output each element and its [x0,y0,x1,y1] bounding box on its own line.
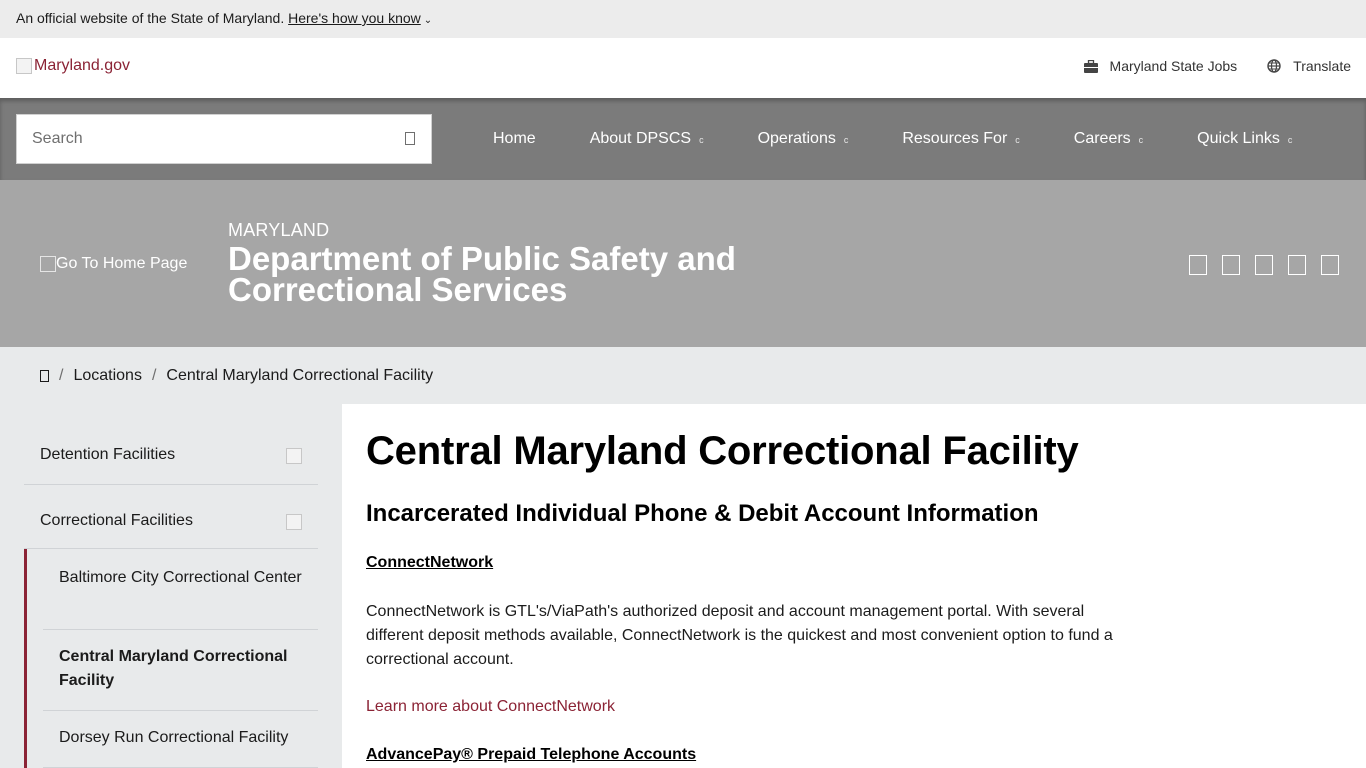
sidebar-item-correctional-facilities[interactable]: Correctional Facilities [24,485,318,549]
translate-link[interactable]: Translate [1267,58,1351,74]
nav-item-resources-for[interactable]: Resources For c [875,130,1046,148]
broken-image-icon [16,58,32,74]
maryland-gov-logo[interactable]: Maryland.gov [16,57,130,75]
nav-item-home[interactable]: Home [466,130,563,148]
page-title: Central Maryland Correctional Facility [366,429,1079,473]
maryland-state-jobs-label: Maryland State Jobs [1109,58,1238,74]
go-to-home-page-link[interactable]: Go To Home Page [40,255,187,273]
chevron-down-icon: ⌄ [423,15,433,26]
expand-toggle-icon[interactable] [286,514,302,530]
breadcrumb-separator: / [59,367,64,384]
active-section-rail [24,549,27,768]
advancepay-heading-link[interactable]: AdvancePay® Prepaid Telephone Accounts [366,746,696,764]
utility-header: Maryland.gov Maryland State Jobs Transla… [0,38,1366,98]
learn-more-connectnetwork-link[interactable]: Learn more about ConnectNetwork [366,698,615,716]
twitter-icon[interactable] [1222,255,1240,275]
chevron-down-icon: c [699,135,704,145]
state-label: MARYLAND [228,220,330,240]
translate-label: Translate [1293,58,1351,74]
search-input[interactable] [17,115,377,163]
nav-item-label: Careers [1073,130,1131,147]
chevron-down-icon: c [1287,135,1293,145]
home-alt-text: Go To Home Page [56,255,188,272]
search-form [16,114,432,164]
breadcrumb: / Locations / Central Maryland Correctio… [0,347,1366,404]
broken-image-icon [40,256,56,272]
section-heading: Incarcerated Individual Phone & Debit Ac… [366,500,1039,527]
nav-item-label: Quick Links [1197,130,1280,147]
facebook-icon[interactable] [1189,255,1207,275]
youtube-icon[interactable] [1288,255,1306,275]
social-links [1189,255,1339,275]
main-content: Central Maryland Correctional Facility I… [342,404,1366,768]
connectnetwork-description: ConnectNetwork is GTL's/ViaPath's author… [366,603,1113,668]
maryland-state-jobs-link[interactable]: Maryland State Jobs [1083,58,1238,74]
sidebar-item-label: Correctional Facilities [40,512,193,529]
globe-icon [1267,59,1281,73]
linkedin-icon[interactable] [1321,255,1339,275]
heres-how-you-know-label: Here's how you know [288,10,421,26]
sidebar-subitem-baltimore-city[interactable]: Baltimore City Correctional Center [43,564,318,630]
sidebar: Detention Facilities Correctional Facili… [0,404,342,768]
nav-item-label: Resources For [902,130,1008,147]
chevron-down-icon: c [843,135,849,145]
breadcrumb-separator: / [151,367,157,384]
nav-item-quick-links[interactable]: Quick Links c [1170,130,1319,148]
instagram-icon[interactable] [1255,255,1273,275]
connectnetwork-heading-link[interactable]: ConnectNetwork [366,554,493,572]
nav-item-label: Operations [757,130,836,147]
logo-alt-text: Maryland.gov [34,57,131,74]
official-banner-text: An official website of the State of Mary… [16,10,285,26]
heres-how-you-know-link[interactable]: Here's how you know ⌄ [288,10,432,26]
utility-links: Maryland State Jobs Translate [1083,58,1351,74]
official-banner: An official website of the State of Mary… [0,0,1366,38]
chevron-down-icon: c [1015,135,1020,145]
department-title: Department of Public Safety and Correcti… [228,240,736,308]
chevron-down-icon: c [1138,135,1144,145]
home-icon[interactable] [40,370,49,382]
page-body: Detention Facilities Correctional Facili… [0,404,1366,768]
nav-item-operations[interactable]: Operations c [731,130,876,148]
breadcrumb-current: Central Maryland Correctional Facility [166,367,434,384]
sidebar-item-label: Detention Facilities [40,446,176,463]
sidebar-subitem-dorsey-run[interactable]: Dorsey Run Correctional Facility [43,726,318,768]
search-icon[interactable] [405,132,415,145]
briefcase-icon [1083,59,1098,73]
main-nav-bar: Home About DPSCS c Operations c Resources … [0,98,1366,180]
agency-header: Go To Home Page MARYLAND Department of P… [0,180,1366,347]
nav-item-about-dpscs[interactable]: About DPSCS c [563,130,731,148]
nav-item-label: Home [493,130,536,147]
nav-item-careers[interactable]: Careers c [1047,130,1170,148]
breadcrumb-locations[interactable]: Locations [73,367,142,385]
sidebar-item-detention-facilities[interactable]: Detention Facilities [24,404,318,485]
expand-toggle-icon[interactable] [286,448,302,464]
sidebar-subitem-central-maryland[interactable]: Central Maryland Correctional Facility [43,645,318,711]
nav-menu: Home About DPSCS c Operations c Resources … [466,98,1319,180]
nav-item-label: About DPSCS [589,130,692,147]
